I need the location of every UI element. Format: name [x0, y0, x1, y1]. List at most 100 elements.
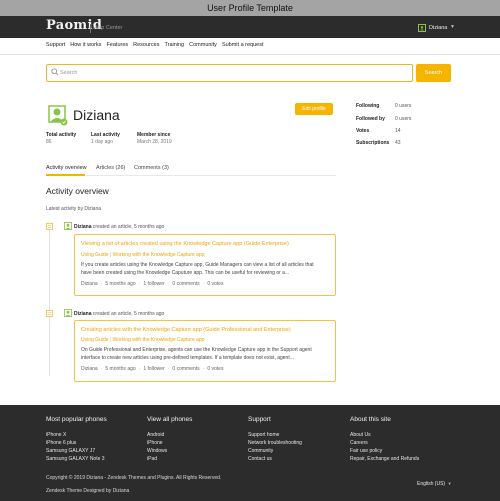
- article-icon: [46, 310, 53, 317]
- footer-link[interactable]: Android: [147, 432, 164, 438]
- header-username[interactable]: Diziana: [429, 25, 447, 31]
- meta-date: 5 months ago: [105, 366, 136, 372]
- breadcrumb-separator: |: [109, 337, 112, 343]
- stat-total-activity-value: 86: [46, 139, 52, 145]
- article-breadcrumb: Using Guide | Working with the Knowledge…: [81, 337, 205, 343]
- chevron-down-icon: ▼: [446, 481, 452, 486]
- stat-total-activity-label: Total activity: [46, 132, 77, 138]
- user-avatar-icon[interactable]: [418, 24, 426, 32]
- latest-activity-label: Latest activity by Diziana: [46, 206, 102, 212]
- meta-date: 5 months ago: [105, 281, 136, 287]
- footer-link[interactable]: Careers: [350, 440, 368, 446]
- footer-link[interactable]: iPad: [147, 456, 157, 462]
- subscriptions-label: Subscriptions: [356, 140, 390, 146]
- footer-link[interactable]: Samsung GALAXY J7: [46, 448, 95, 454]
- followed-by-value[interactable]: 0 users: [395, 116, 411, 122]
- footer-link[interactable]: iPhone: [147, 440, 163, 446]
- nav-divider: [0, 54, 500, 55]
- footer-link[interactable]: Fair use policy: [350, 448, 382, 454]
- stat-last-activity-value: 1 day ago: [91, 139, 113, 145]
- breadcrumb-knowledge-capture[interactable]: Working with the Knowledge Capture app: [113, 337, 205, 343]
- tab-articles[interactable]: Articles (26): [96, 165, 125, 171]
- profile-name: Diziana: [73, 107, 120, 123]
- help-center-label: Help Center: [93, 25, 123, 31]
- footer-heading-all-phones: View all phones: [147, 416, 193, 423]
- chevron-down-icon[interactable]: ▼: [450, 24, 455, 30]
- meta-votes: 0 votes: [207, 366, 224, 372]
- excerpt-line: have been created using the Knowledge Ca…: [81, 270, 290, 276]
- footer-link[interactable]: Support home: [248, 432, 279, 438]
- activity-avatar-icon: [64, 222, 72, 230]
- tab-activity-overview[interactable]: Activity overview: [46, 165, 87, 171]
- footer-link[interactable]: About Us: [350, 432, 371, 438]
- footer-heading-popular-phones: Most popular phones: [46, 416, 107, 423]
- nav-item-submit-request[interactable]: Submit a request: [222, 42, 264, 48]
- language-label: English (US): [417, 481, 446, 487]
- nav-item-features[interactable]: Features: [106, 42, 128, 48]
- votes-value: 14: [395, 128, 401, 134]
- stat-member-since-value: March 28, 2019: [137, 139, 172, 145]
- footer-link[interactable]: Contact us: [248, 456, 272, 462]
- excerpt-line: If you create articles using the Knowled…: [81, 262, 314, 268]
- meta-followers: 1 follower: [143, 366, 165, 372]
- footer-link[interactable]: iPhone 6 plus: [46, 440, 76, 446]
- breadcrumb-using-guide[interactable]: Using Guide: [81, 337, 109, 343]
- nav-item-how-it-works[interactable]: How it works: [70, 42, 101, 48]
- article-excerpt: On Guide Professional and Enterprise, ag…: [81, 346, 331, 362]
- footer-link[interactable]: Windows: [147, 448, 167, 454]
- footer-designed-by: Zendesk Theme Designed by Diziana: [46, 488, 130, 494]
- subscriptions-value: 43: [395, 140, 401, 146]
- search-icon: [51, 68, 59, 76]
- meta-followers: 1 follower: [143, 281, 165, 287]
- search-input[interactable]: [60, 66, 400, 80]
- activity-author[interactable]: Diziana: [74, 311, 92, 317]
- activity-author[interactable]: Diziana: [74, 224, 92, 230]
- article-meta: Diziana · 5 months ago · 1 follower · 0 com…: [81, 281, 224, 287]
- votes-label: Votes: [356, 128, 370, 134]
- footer-link[interactable]: Samsung GALAXY Note 3: [46, 456, 105, 462]
- following-value[interactable]: 0 users: [395, 103, 411, 109]
- active-tab-indicator: [46, 174, 85, 176]
- following-label: Following: [356, 103, 380, 109]
- tabs-divider: [46, 175, 336, 176]
- footer-link[interactable]: Network troubleshooting: [248, 440, 302, 446]
- footer-link[interactable]: Community: [248, 448, 273, 454]
- excerpt-line: interface to create new articles using p…: [81, 355, 294, 361]
- activity-avatar-icon: [64, 309, 72, 317]
- meta-author[interactable]: Diziana: [81, 281, 98, 287]
- logo-divider: [90, 24, 91, 33]
- window-title: User Profile Template: [0, 0, 500, 16]
- nav-item-community[interactable]: Community: [189, 42, 217, 48]
- language-selector[interactable]: English (US) ▼: [417, 481, 452, 487]
- meta-votes: 0 votes: [207, 281, 224, 287]
- footer-heading-support: Support: [248, 416, 271, 423]
- nav-item-support[interactable]: Support: [46, 42, 65, 48]
- footer-heading-about: About this site: [350, 416, 391, 423]
- edit-profile-button[interactable]: Edit profile: [295, 103, 333, 115]
- activity-timeline: [49, 228, 50, 376]
- article-excerpt: If you create articles using the Knowled…: [81, 261, 331, 277]
- breadcrumb-using-guide[interactable]: Using Guide: [81, 252, 109, 258]
- activity-header: Diziana created an article, 5 months ago: [74, 224, 164, 230]
- tab-comments[interactable]: Comments (3): [134, 165, 169, 171]
- nav-item-resources[interactable]: Resources: [133, 42, 159, 48]
- footer-link[interactable]: Repair, Exchange and Refunds: [350, 456, 419, 462]
- followed-by-label: Followed by: [356, 116, 385, 122]
- nav-item-training[interactable]: Training: [164, 42, 184, 48]
- meta-author[interactable]: Diziana: [81, 366, 98, 372]
- breadcrumb-knowledge-capture[interactable]: Working with the Knowledge Capture app: [113, 252, 205, 258]
- meta-comments: 0 comments: [172, 281, 200, 287]
- article-meta: Diziana · 5 months ago · 1 follower · 0 com…: [81, 366, 224, 372]
- section-title: Activity overview: [46, 186, 109, 196]
- footer-copyright: Copyright © 2019 Diziana - Zendesk Theme…: [46, 475, 222, 481]
- article-title-link[interactable]: Creating articles with the Knowledge Cap…: [81, 327, 291, 333]
- excerpt-line: On Guide Professional and Enterprise, ag…: [81, 347, 312, 353]
- stat-last-activity-label: Last activity: [91, 132, 120, 138]
- article-title-link[interactable]: Viewing a list of articles created using…: [81, 241, 289, 247]
- activity-action: created an article, 5 months ago: [92, 311, 165, 317]
- search-button[interactable]: Search: [416, 64, 451, 82]
- profile-avatar-icon: [46, 104, 68, 126]
- breadcrumb-separator: |: [109, 252, 112, 258]
- article-icon: [46, 223, 53, 230]
- footer-link[interactable]: iPhone X: [46, 432, 66, 438]
